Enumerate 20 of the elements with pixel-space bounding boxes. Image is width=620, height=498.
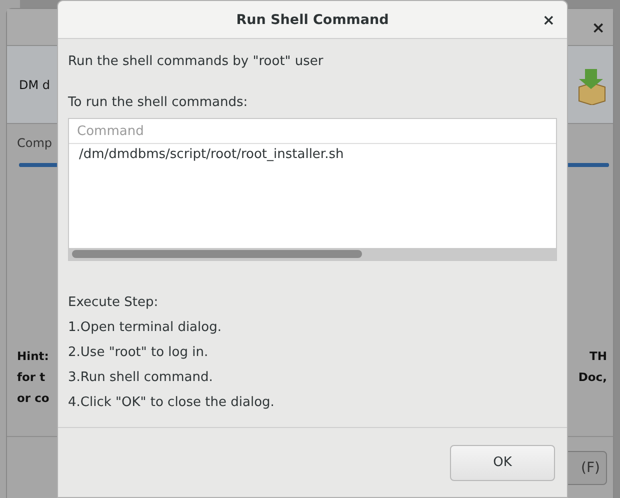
window-title: Run Shell Command <box>236 12 389 28</box>
hint-text: TH <box>590 348 607 365</box>
close-icon[interactable]: × <box>542 10 555 28</box>
banner-text: DM d <box>19 78 50 92</box>
step-text: 2.Use "root" to log in. <box>68 344 210 362</box>
steps-title: Execute Step: <box>68 294 160 312</box>
progress-label: Comp <box>17 136 54 150</box>
section-label: To run the shell commands: <box>68 94 249 112</box>
step-text: 1.Open terminal dialog. <box>68 319 222 337</box>
hint-text: for t <box>17 369 46 386</box>
step-text: 3.Run shell command. <box>68 369 214 387</box>
step-text: 4.Click "OK" to close the dialog. <box>68 394 276 412</box>
ok-button[interactable]: OK <box>450 444 555 480</box>
table-cell: /dm/dmdbms/script/root/root_installer.sh <box>79 147 344 163</box>
hint-text: Hint: <box>17 348 50 365</box>
intro-text: Run the shell commands by "root" user <box>68 53 324 71</box>
horizontal-scrollbar[interactable] <box>69 248 556 260</box>
close-icon[interactable]: × <box>592 18 605 36</box>
hint-text: or co <box>17 390 50 407</box>
hint-text: Doc, <box>578 369 607 386</box>
